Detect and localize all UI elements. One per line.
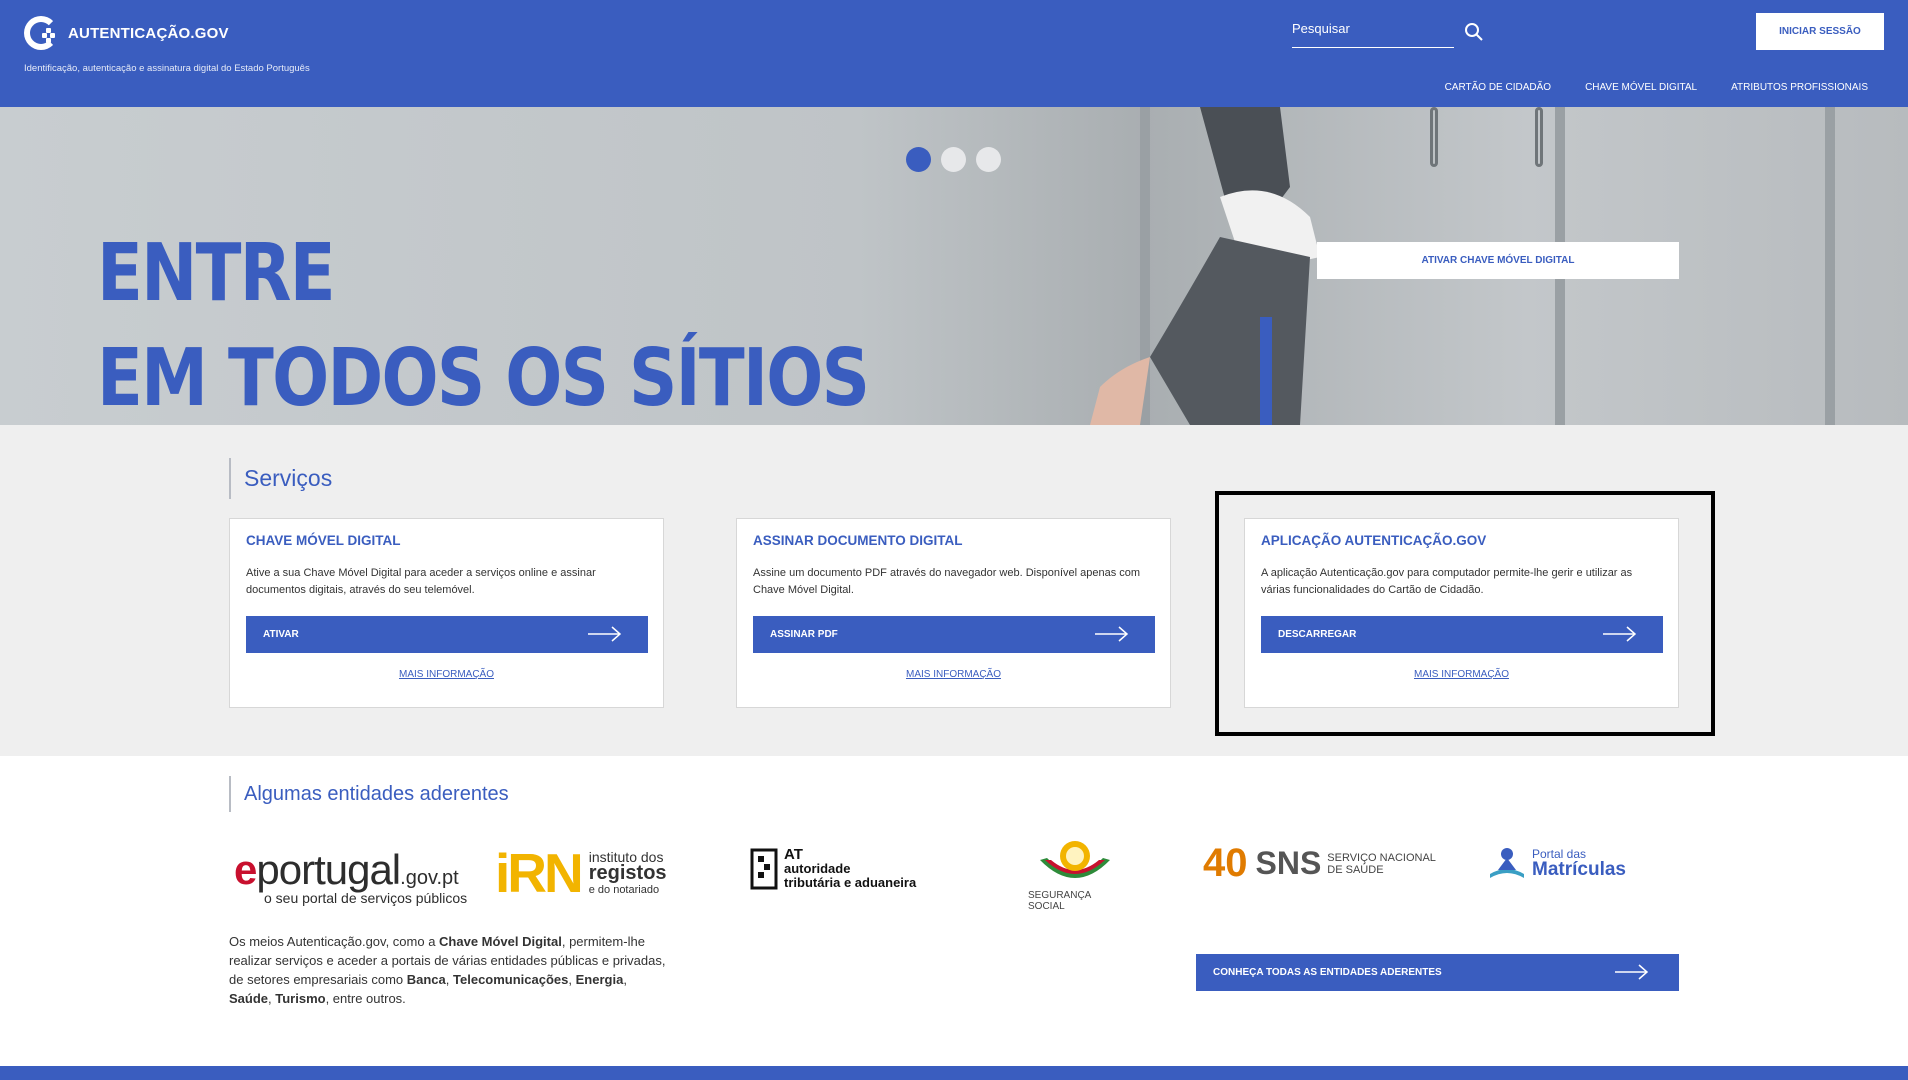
carousel-dot-3[interactable] — [976, 147, 1001, 172]
brand-logo-icon — [24, 16, 58, 50]
irn-line2: registos — [588, 861, 667, 884]
portal-matriculas-logo[interactable]: Portal das Matrículas — [1488, 844, 1626, 880]
service-card-cmd: CHAVE MÓVEL DIGITAL Ative a sua Chave Mó… — [229, 518, 664, 708]
search-input[interactable]: Pesquisar — [1292, 18, 1454, 48]
activate-cmd-button[interactable]: ATIVAR CHAVE MÓVEL DIGITAL — [1317, 242, 1679, 279]
eportugal-gov: .gov.pt — [400, 867, 459, 889]
at-text: AT autoridade tributária e aduaneira — [784, 846, 917, 890]
at-logo[interactable]: AT autoridade tributária e aduaneira — [750, 846, 917, 890]
background-door-handle — [1430, 107, 1438, 167]
button-label: ATIVAR — [263, 629, 299, 640]
sns-wordmark: SNS — [1255, 845, 1322, 881]
seguranca-social-label: SEGURANÇA SOCIAL — [1028, 890, 1091, 912]
more-info-link[interactable]: MAIS INFORMAÇÃO — [737, 669, 1170, 680]
hero-heading-line2: EM TODOS OS SÍTIOS — [97, 332, 870, 424]
service-card-description: Ative a sua Chave Móvel Digital para ace… — [246, 567, 596, 596]
login-button[interactable]: INICIAR SESSÃO — [1756, 13, 1884, 50]
sns-40-mark: 40 — [1203, 841, 1248, 885]
seguranca-social-logo[interactable]: SEGURANÇA SOCIAL — [1020, 838, 1130, 912]
irn-mark-icon: iRN — [495, 842, 584, 904]
all-entities-button[interactable]: CONHEÇA TODAS AS ENTIDADES ADERENTES — [1196, 954, 1679, 991]
nav-atributos-profissionais[interactable]: ATRIBUTOS PROFISSIONAIS — [1731, 82, 1868, 93]
brand-title: AUTENTICAÇÃO.GOV — [68, 24, 229, 42]
entities-section: Algumas entidades aderentes eportugal.go… — [0, 756, 1908, 1066]
button-label: CONHEÇA TODAS AS ENTIDADES ADERENTES — [1213, 967, 1442, 978]
sns-logo[interactable]: 40 SNS SERVIÇO NACIONAL DE SAÚDE — [1203, 841, 1436, 886]
background-door-frame — [1825, 107, 1835, 425]
entities-description: Os meios Autenticação.gov, como a Chave … — [229, 934, 666, 1006]
services-title: Serviços — [229, 458, 332, 499]
activate-button[interactable]: ATIVAR — [246, 616, 648, 653]
irn-line3: e do notariado — [588, 883, 660, 896]
carousel-pagination — [906, 147, 1001, 172]
more-info-link[interactable]: MAIS INFORMAÇÃO — [230, 669, 663, 680]
irn-text: instituto dos registos e do notariado — [589, 849, 667, 898]
hero-banner: ENTRE EM TODOS OS SÍTIOS ATIVAR CHAVE MÓ… — [0, 107, 1908, 425]
portal-matriculas-book-icon — [1490, 848, 1524, 878]
service-card-description: Assine um documento PDF através do naveg… — [753, 567, 1141, 596]
eportugal-e-icon: e — [234, 846, 257, 893]
brand-tagline: Identificação, autenticação e assinatura… — [24, 63, 310, 74]
button-label: ASSINAR PDF — [770, 629, 838, 640]
hero-person-image — [1090, 107, 1320, 425]
arrow-right-icon — [588, 626, 622, 642]
entities-title: Algumas entidades aderentes — [229, 776, 509, 812]
highlight-box — [1215, 491, 1715, 736]
eportugal-subtitle: o seu portal de serviços públicos — [264, 890, 468, 906]
eportugal-wordmark: eportugal — [234, 846, 401, 893]
sign-pdf-button[interactable]: ASSINAR PDF — [753, 616, 1155, 653]
top-navigation: CARTÃO DE CIDADÃO CHAVE MÓVEL DIGITAL AT… — [1445, 82, 1868, 93]
carousel-dot-1[interactable] — [906, 147, 931, 172]
background-door-handle — [1535, 107, 1543, 167]
footer-bar — [0, 1066, 1908, 1080]
carousel-dot-2[interactable] — [941, 147, 966, 172]
arrow-right-icon — [1095, 626, 1129, 642]
portal-matriculas-text: Portal das Matrículas — [1532, 846, 1626, 879]
nav-cartao-cidadao[interactable]: CARTÃO DE CIDADÃO — [1445, 82, 1552, 93]
hero-heading-line1: ENTRE — [97, 227, 336, 319]
arrow-right-icon — [1615, 964, 1649, 980]
eportugal-word: portugal — [256, 846, 401, 893]
at-line1: AT — [784, 846, 803, 863]
at-line3: tributária e aduaneira — [784, 875, 917, 890]
sns-subtitle: SERVIÇO NACIONAL DE SAÚDE — [1327, 851, 1436, 876]
service-card-title: ASSINAR DOCUMENTO DIGITAL — [753, 533, 963, 548]
service-card-title: CHAVE MÓVEL DIGITAL — [246, 533, 401, 548]
irn-logo[interactable]: iRN instituto dos registos e do notariad… — [495, 841, 667, 905]
service-card-sign-pdf: ASSINAR DOCUMENTO DIGITAL Assine um docu… — [736, 518, 1171, 708]
pm-line2: Matrículas — [1532, 858, 1626, 880]
search-placeholder: Pesquisar — [1292, 21, 1350, 36]
at-emblem-icon — [750, 848, 778, 890]
brand-logo[interactable]: AUTENTICAÇÃO.GOV — [24, 16, 229, 50]
nav-chave-movel-digital[interactable]: CHAVE MÓVEL DIGITAL — [1585, 82, 1697, 93]
search-icon[interactable] — [1464, 22, 1484, 42]
eportugal-logo[interactable]: eportugal.gov.pt o seu portal de serviço… — [234, 846, 468, 916]
at-line2: autoridade — [784, 861, 851, 876]
seguranca-social-emblem-icon — [1040, 841, 1110, 878]
site-header: AUTENTICAÇÃO.GOV Identificação, autentic… — [0, 0, 1908, 107]
